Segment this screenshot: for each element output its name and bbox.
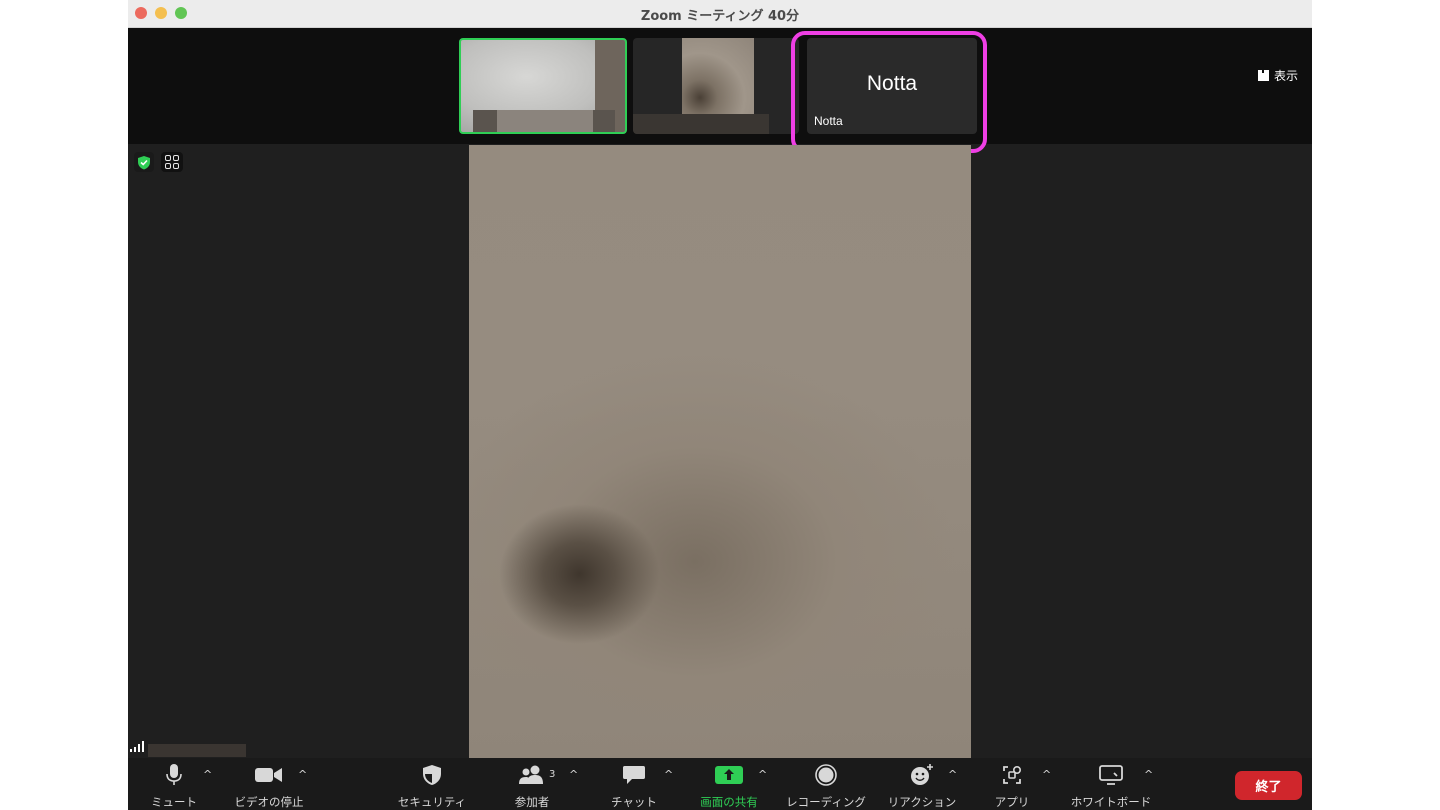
speaker-name-redacted (148, 744, 246, 757)
participants-label: 参加者 (514, 795, 550, 809)
name-label-redacted (497, 110, 593, 132)
window-title: Zoom ミーティング 40分 (640, 9, 800, 24)
recording-label: レコーディング (786, 795, 866, 809)
share-screen-icon (694, 764, 764, 786)
participant-tile[interactable] (633, 38, 799, 134)
apps-label: アプリ (994, 795, 1030, 809)
name-label-redacted (633, 114, 769, 134)
whiteboard-options-chevron-icon[interactable]: ^ (1144, 768, 1153, 781)
main-speaker-video (469, 145, 971, 758)
gallery-view-icon[interactable] (161, 152, 183, 172)
mute-button[interactable]: ミュート (148, 764, 200, 810)
whiteboard-label: ホワイトボード (1070, 795, 1152, 809)
view-icon (1257, 70, 1269, 81)
end-meeting-button[interactable]: 終了 (1235, 771, 1302, 800)
chat-button[interactable]: チャット (604, 764, 664, 810)
encryption-shield-icon[interactable] (134, 152, 154, 172)
reactions-label: リアクション (887, 795, 957, 809)
chat-options-chevron-icon[interactable]: ^ (664, 768, 673, 781)
whiteboard-button[interactable]: ホワイトボード (1066, 764, 1156, 810)
meeting-toolbar: ミュート ^ ビデオの停止 ^ セキュリティ 参加者 3 ^ チャット ^ 画面… (128, 758, 1312, 810)
share-options-chevron-icon[interactable]: ^ (758, 768, 767, 781)
apps-options-chevron-icon[interactable]: ^ (1042, 768, 1051, 781)
participants-count-badge: 3 (549, 769, 556, 780)
share-screen-button[interactable]: 画面の共有 (694, 764, 764, 810)
view-button-label: 表示 (1273, 69, 1298, 83)
security-label: セキュリティ (397, 795, 467, 809)
chat-bubble-icon (604, 764, 664, 786)
mute-options-chevron-icon[interactable]: ^ (203, 768, 212, 781)
participant-tile-self[interactable] (459, 38, 627, 134)
microphone-icon (148, 764, 200, 786)
video-options-chevron-icon[interactable]: ^ (298, 768, 307, 781)
security-shield-icon (396, 764, 468, 786)
reactions-options-chevron-icon[interactable]: ^ (948, 768, 957, 781)
security-button[interactable]: セキュリティ (396, 764, 468, 810)
participants-options-chevron-icon[interactable]: ^ (569, 768, 578, 781)
view-button[interactable]: 表示 (1257, 67, 1298, 84)
mute-label: ミュート (151, 795, 197, 809)
share-screen-label: 画面の共有 (700, 795, 758, 809)
title-bar: Zoom ミーティング 40分 (128, 0, 1312, 28)
stop-video-label: ビデオの停止 (234, 795, 304, 809)
participant-strip: Notta Notta 表示 (128, 28, 1312, 144)
highlight-annotation (791, 31, 987, 153)
chat-label: チャット (611, 795, 657, 809)
record-icon (782, 764, 870, 786)
apps-button[interactable]: アプリ (990, 764, 1034, 810)
whiteboard-icon (1066, 764, 1156, 786)
apps-icon (990, 764, 1034, 786)
zoom-window: Zoom ミーティング 40分 Notta Notta 表示 ミュート ^ ビデ… (128, 0, 1312, 810)
recording-button[interactable]: レコーディング (782, 764, 870, 810)
connection-signal-icon (130, 741, 144, 752)
